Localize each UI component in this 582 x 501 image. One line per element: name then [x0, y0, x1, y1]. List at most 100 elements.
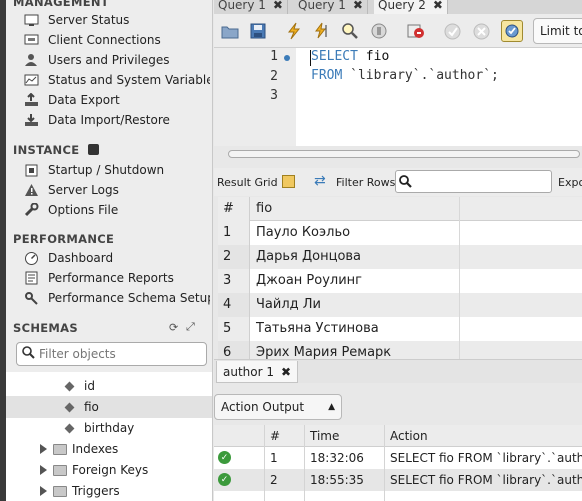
close-icon[interactable]: ✖: [353, 0, 363, 12]
variables-icon: [24, 73, 39, 88]
tab-author-1[interactable]: author 1 ✖: [216, 361, 299, 383]
nav-users-privileges[interactable]: Users and Privileges: [24, 50, 210, 70]
toggle-error-button[interactable]: [406, 21, 426, 41]
tab-query-1b[interactable]: Query 1 ✖: [294, 0, 368, 14]
explain-button[interactable]: [340, 21, 360, 41]
search-icon: [22, 346, 35, 362]
sql-text: fio: [357, 49, 390, 64]
tree-folder-foreign-keys[interactable]: Foreign Keys: [6, 459, 212, 481]
row-number: 4: [218, 293, 250, 317]
query-tabs: Query 1 ✖ Query 1 ✖ Query 2 ✖: [214, 0, 582, 14]
stop-on-error-icon: [407, 24, 424, 38]
lightning-cursor-icon: [315, 22, 327, 39]
output-time: 18:32:06: [310, 451, 364, 465]
close-icon[interactable]: ✖: [281, 365, 291, 379]
rollback-button[interactable]: [471, 21, 491, 41]
cell-fio[interactable]: Чайлд Ли: [256, 297, 321, 312]
search-icon: [399, 175, 412, 188]
table-row[interactable]: 1 Пауло Коэльо: [218, 221, 582, 245]
close-icon[interactable]: ✖: [273, 0, 283, 12]
cell-fio[interactable]: Пауло Коэльо: [256, 225, 350, 240]
tab-label: Query 1: [298, 0, 346, 12]
nav-performance-reports[interactable]: Performance Reports: [24, 268, 210, 288]
scrollbar-thumb[interactable]: [228, 150, 580, 158]
schema-filter-field[interactable]: [16, 342, 207, 366]
sql-editor[interactable]: 1 2 3 SELECT fio FROM `library`.`author`…: [214, 48, 582, 146]
import-icon: [24, 113, 39, 128]
tab-query-1a[interactable]: Query 1 ✖: [214, 0, 288, 14]
row-number: 1: [218, 221, 250, 245]
filter-rows-input[interactable]: [415, 175, 545, 188]
execute-button[interactable]: [284, 21, 304, 41]
tree-column-label: birthday: [84, 421, 135, 435]
cancel-disabled-icon: [473, 23, 489, 39]
output-num: 2: [270, 473, 278, 487]
output-action: SELECT fio FROM `library`.`author`: [390, 451, 582, 465]
line-number-gutter: 1 2 3: [214, 48, 296, 146]
schema-filter-input[interactable]: [39, 347, 199, 361]
tree-column-birthday[interactable]: birthday: [6, 417, 212, 439]
stop-button[interactable]: [369, 21, 389, 41]
filter-rows-field[interactable]: [395, 170, 552, 193]
refresh-icon[interactable]: ⇄: [314, 173, 326, 189]
expand-arrow-icon[interactable]: [40, 444, 47, 454]
auto-commit-toggle[interactable]: [501, 20, 523, 42]
execute-current-button[interactable]: [312, 21, 332, 41]
nav-server-logs[interactable]: Server Logs: [24, 180, 210, 200]
tab-query-2[interactable]: Query 2 ✖: [374, 0, 448, 14]
grid-header-fio[interactable]: fio: [256, 201, 272, 216]
cell-fio[interactable]: Дарья Донцова: [256, 249, 361, 264]
tree-folder-label: Indexes: [72, 442, 119, 456]
refresh-schemas-icon[interactable]: ⟳: [169, 321, 178, 334]
cell-fio[interactable]: Эрих Мария Ремарк: [256, 345, 391, 359]
line-number: 1: [270, 49, 278, 64]
line-number: 2: [270, 69, 278, 84]
expand-arrow-icon[interactable]: [40, 465, 47, 475]
table-row[interactable]: 5 Татьяна Устинова: [218, 317, 582, 341]
table-row[interactable]: 6 Эрих Мария Ремарк: [218, 341, 582, 359]
column-icon: [64, 402, 75, 412]
grid-view-icon[interactable]: [282, 175, 295, 188]
limit-rows-select[interactable]: Limit to: [533, 18, 582, 44]
table-row[interactable]: 4 Чайлд Ли: [218, 293, 582, 317]
output-num: 1: [270, 451, 278, 465]
navigator-sidebar: MANAGEMENT Server Status Client Connecti…: [0, 0, 213, 501]
tree-column-fio[interactable]: fio: [6, 396, 212, 418]
dashboard-icon: [24, 251, 39, 266]
tree-column-id[interactable]: id: [6, 375, 212, 397]
output-row[interactable]: ✓ 2 18:55:35 SELECT fio FROM `library`.`…: [214, 469, 582, 491]
nav-server-status[interactable]: Server Status: [24, 10, 210, 30]
nav-status-variables[interactable]: Status and System Variables: [24, 70, 210, 90]
nav-data-export[interactable]: Data Export: [24, 90, 210, 110]
cell-fio[interactable]: Татьяна Устинова: [256, 321, 379, 336]
save-button[interactable]: [248, 21, 268, 41]
commit-button[interactable]: [442, 21, 462, 41]
tab-label: author 1: [223, 364, 274, 379]
close-icon[interactable]: ✖: [433, 0, 443, 12]
table-row[interactable]: 2 Дарья Донцова: [218, 245, 582, 269]
schemas-section-title: SCHEMAS: [13, 321, 78, 335]
expand-arrow-icon[interactable]: [40, 486, 47, 496]
editor-horizontal-scrollbar[interactable]: [214, 146, 582, 162]
tree-folder-indexes[interactable]: Indexes: [6, 438, 212, 460]
nav-dashboard[interactable]: Dashboard: [24, 248, 210, 268]
output-row[interactable]: ✓ 1 18:32:06 SELECT fio FROM `library`.`…: [214, 447, 582, 469]
nav-client-connections[interactable]: Client Connections: [24, 30, 210, 50]
nav-label: Status and System Variables: [48, 73, 210, 87]
nav-options-file[interactable]: Options File: [24, 200, 210, 220]
table-row[interactable]: 3 Джоан Роулинг: [218, 269, 582, 293]
nav-data-import[interactable]: Data Import/Restore: [24, 110, 210, 130]
editor-toolbar: Limit to: [214, 14, 582, 48]
export-icon: [24, 93, 39, 108]
tree-folder-triggers[interactable]: Triggers: [6, 480, 212, 501]
nav-startup-shutdown[interactable]: Startup / Shutdown: [24, 160, 210, 180]
nav-performance-schema-setup[interactable]: Performance Schema Setup: [24, 288, 210, 308]
expand-schemas-icon[interactable]: ⤢: [186, 320, 195, 334]
code-line-2: FROM `library`.`author`;: [311, 68, 499, 83]
code-line-1: SELECT fio: [311, 49, 389, 64]
output-type-select[interactable]: Action Output ▲: [214, 394, 342, 420]
open-file-button[interactable]: [220, 21, 240, 41]
output-header-time: Time: [310, 429, 340, 443]
cell-fio[interactable]: Джоан Роулинг: [256, 273, 362, 288]
export-label[interactable]: Export: [558, 176, 582, 189]
